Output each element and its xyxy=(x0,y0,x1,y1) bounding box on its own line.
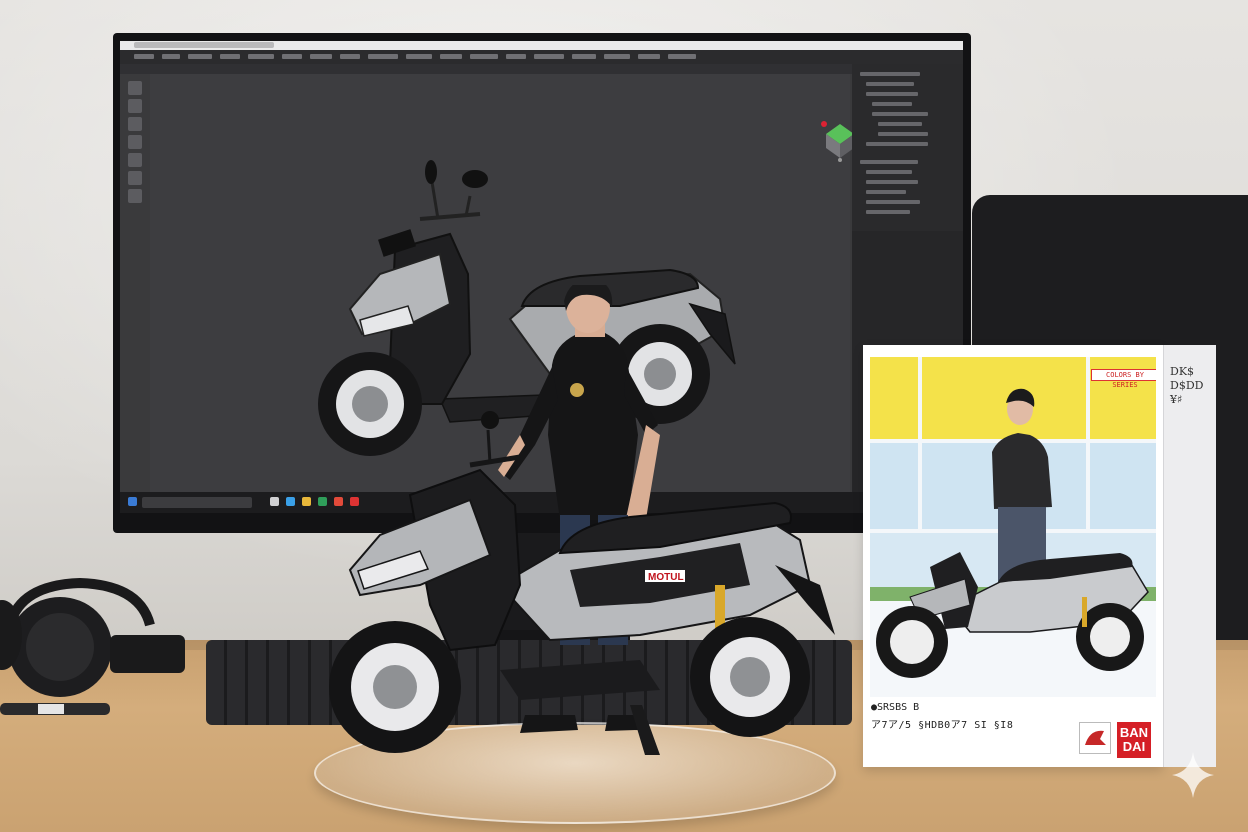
measure-tool-icon xyxy=(128,189,142,203)
box-illustration: COLORS BY SERIES xyxy=(870,357,1156,697)
app-titlebar xyxy=(120,41,963,50)
tool-palette xyxy=(128,81,148,221)
motul-decal-text: MOTUL xyxy=(648,572,684,583)
start-icon xyxy=(128,497,137,506)
scale-tool-icon xyxy=(128,135,142,149)
bandai-logo: BAN DAI xyxy=(1117,722,1151,758)
taskbar-app-icon xyxy=(286,497,295,506)
figure-scooter-with-man: MOTUL xyxy=(329,285,835,755)
transform-tool-icon xyxy=(128,153,142,167)
app-menubar xyxy=(120,50,963,64)
folder-icon xyxy=(302,497,311,506)
app-toolbar xyxy=(120,64,852,74)
box-maker-logo xyxy=(1079,722,1111,754)
taskbar-app-icon xyxy=(270,497,279,506)
move-tool-icon xyxy=(128,99,142,113)
box-product-name: ●SRSBS B xyxy=(871,702,920,713)
annotate-tool-icon xyxy=(128,171,142,185)
box-side-text: DK$ D$DD ¥♯ xyxy=(1170,365,1204,406)
headphones xyxy=(0,577,185,697)
box-product-subtitle: ア7ア/5 §HDB0ア7 SI §I8 xyxy=(871,720,1014,731)
select-tool-icon xyxy=(128,81,142,95)
sparkle-icon xyxy=(1172,752,1214,798)
box-series-label: COLORS BY SERIES xyxy=(1091,369,1156,389)
rotate-tool-icon xyxy=(128,117,142,131)
product-box-side: DK$ D$DD ¥♯ xyxy=(1163,345,1216,767)
product-box-front: COLORS BY SERIES ●SRSBS B ア7ア/5 §HDB0ア7 … xyxy=(863,345,1163,767)
marker-pen xyxy=(0,703,110,715)
photo-scene: MOTUL COLORS BY SERIES ●SRSBS B ア7ア/5 §H… xyxy=(0,0,1248,832)
taskbar-search-input xyxy=(142,497,252,508)
